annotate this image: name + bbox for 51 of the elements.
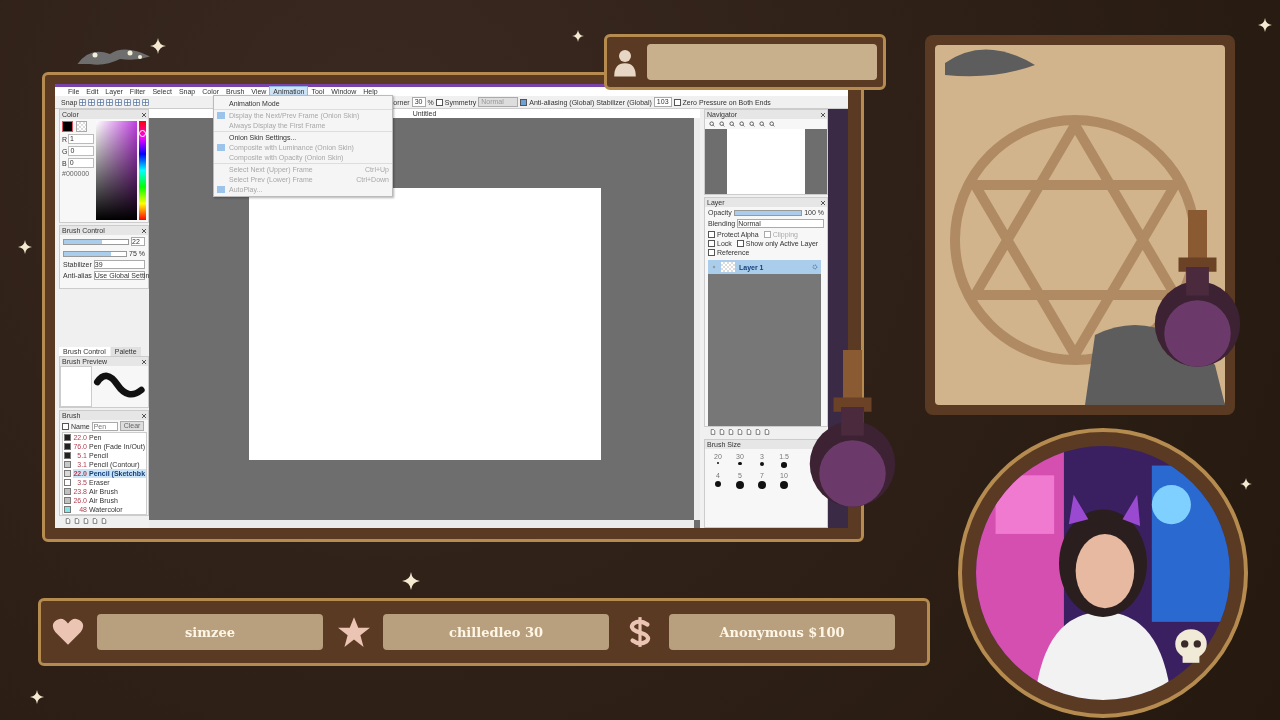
checkbox[interactable] <box>736 240 744 247</box>
close-icon[interactable] <box>142 112 146 117</box>
sparkle-icon <box>18 240 32 254</box>
alert-name: Anonymous $100 <box>669 614 895 650</box>
slider[interactable] <box>63 238 129 245</box>
snap-icon[interactable] <box>124 98 132 106</box>
gear-icon[interactable] <box>812 264 818 270</box>
zoom-icon[interactable] <box>729 121 735 127</box>
snap-icon[interactable] <box>88 98 96 106</box>
sparkle-icon <box>150 38 166 54</box>
checkbox[interactable] <box>62 422 69 430</box>
opacity-slider[interactable] <box>733 209 803 216</box>
color-picker[interactable] <box>96 121 137 220</box>
scrollbar[interactable] <box>694 118 700 520</box>
sparkle-icon <box>402 572 420 590</box>
user-icon <box>613 47 637 77</box>
zoom-icon[interactable] <box>739 121 745 127</box>
scrollbar[interactable] <box>149 520 694 528</box>
zoom-icon[interactable] <box>709 121 715 127</box>
checkbox[interactable] <box>673 98 681 106</box>
foreground-swatch[interactable] <box>62 121 73 132</box>
layer-thumbnail <box>721 262 735 272</box>
zoom-icon[interactable] <box>769 121 775 127</box>
zoom-icon[interactable] <box>719 121 725 127</box>
close-icon[interactable] <box>142 413 146 418</box>
eye-icon <box>711 264 717 270</box>
close-icon[interactable] <box>821 200 825 205</box>
close-icon[interactable] <box>821 112 825 117</box>
snap-icon[interactable] <box>106 98 114 106</box>
slider[interactable] <box>63 250 128 257</box>
snap-icon[interactable] <box>79 98 87 106</box>
checkbox[interactable] <box>435 98 443 106</box>
snap-icon[interactable] <box>142 98 150 106</box>
sparkle-icon <box>572 30 584 42</box>
checkbox[interactable] <box>708 240 715 247</box>
sparkle-icon <box>1240 478 1252 490</box>
alert-name: chilledleo 30 <box>383 614 609 650</box>
background-swatch[interactable] <box>76 121 87 132</box>
snap-icon[interactable] <box>115 98 123 106</box>
close-icon[interactable] <box>142 228 146 233</box>
snap-icon[interactable] <box>133 98 141 106</box>
sparkle-icon <box>1258 18 1272 32</box>
snap-icon[interactable] <box>97 98 105 106</box>
zoom-icon[interactable] <box>749 121 755 127</box>
alert-name: simzee <box>97 614 323 650</box>
checkbox[interactable] <box>708 231 715 238</box>
checkbox[interactable] <box>708 249 715 256</box>
checkbox[interactable] <box>520 98 528 106</box>
zoom-icon[interactable] <box>759 121 765 127</box>
close-icon[interactable] <box>142 359 146 364</box>
sparkle-icon <box>30 690 44 704</box>
